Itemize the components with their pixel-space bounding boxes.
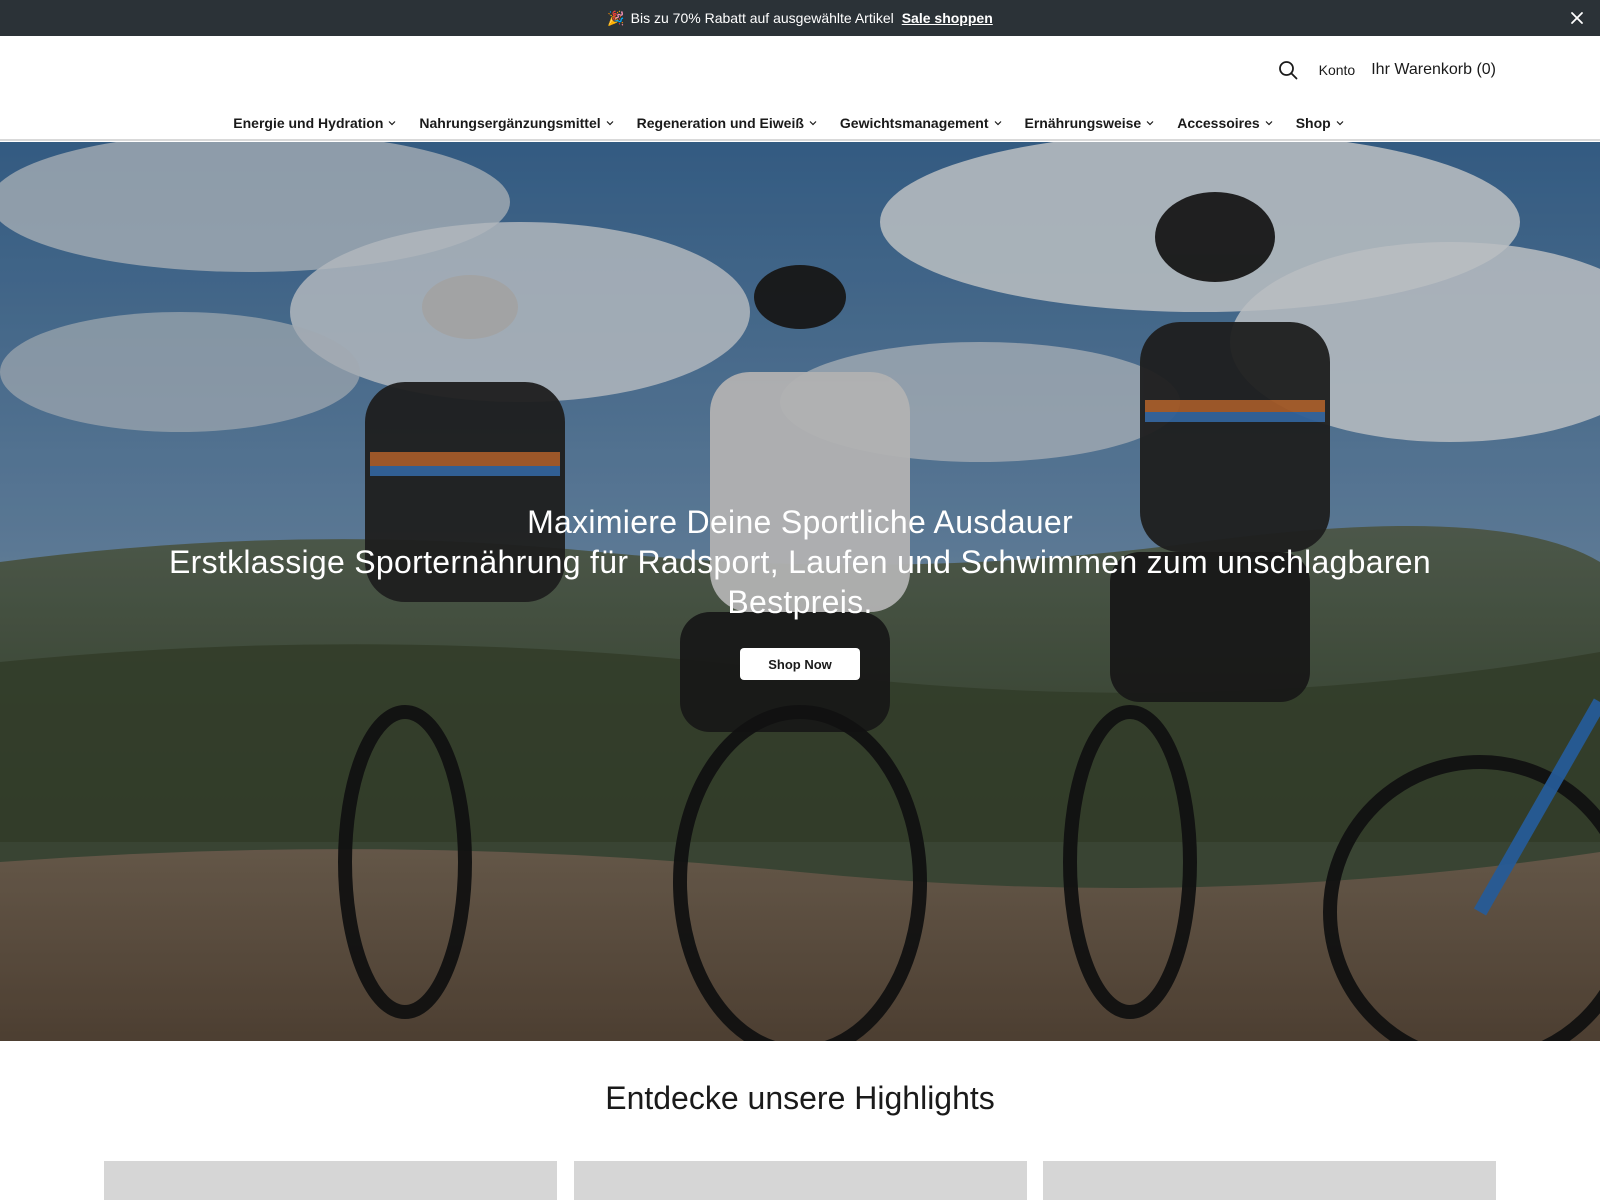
chevron-down-icon bbox=[606, 121, 614, 126]
search-icon[interactable] bbox=[1277, 59, 1299, 81]
nav-item-label: Shop bbox=[1295, 115, 1331, 131]
chevron-down-icon bbox=[388, 121, 396, 126]
site-header: Konto Ihr Warenkorb (0) Energie und Hydr… bbox=[0, 36, 1600, 141]
highlights-heading: Entdecke unsere Highlights bbox=[605, 1080, 995, 1116]
nav-item-accessoires[interactable]: Accessoires bbox=[1177, 115, 1274, 131]
chevron-down-icon bbox=[1336, 121, 1344, 126]
sale-link[interactable]: Sale shoppen bbox=[902, 10, 993, 26]
highlights-cards bbox=[104, 1161, 1496, 1200]
close-icon[interactable] bbox=[1568, 9, 1586, 27]
nav-item-nahrungsergaenzung[interactable]: Nahrungsergänzungsmittel bbox=[419, 115, 614, 131]
header-utilities: Konto Ihr Warenkorb (0) bbox=[1277, 56, 1496, 84]
cart-link[interactable]: Ihr Warenkorb (0) bbox=[1371, 61, 1496, 79]
chevron-down-icon bbox=[809, 121, 817, 126]
nav-item-label: Gewichtsmanagement bbox=[839, 115, 989, 131]
hero-text: Maximiere Deine Sportliche Ausdauer Erst… bbox=[0, 502, 1600, 622]
highlight-card[interactable] bbox=[1043, 1161, 1496, 1200]
chevron-down-icon bbox=[1265, 121, 1273, 126]
highlight-card[interactable] bbox=[104, 1161, 557, 1200]
announcement-bar: 🎉 Bis zu 70% Rabatt auf ausgewählte Arti… bbox=[0, 0, 1600, 36]
hero-banner: Maximiere Deine Sportliche Ausdauer Erst… bbox=[0, 142, 1600, 1041]
main-navigation: Energie und Hydration Nahrungsergänzungs… bbox=[0, 108, 1600, 138]
nav-item-label: Energie und Hydration bbox=[233, 115, 384, 131]
announcement-message: Bis zu 70% Rabatt auf ausgewählte Artike… bbox=[630, 10, 894, 26]
nav-item-regeneration[interactable]: Regeneration und Eiweiß bbox=[637, 115, 818, 131]
nav-item-label: Accessoires bbox=[1177, 115, 1260, 131]
nav-item-shop[interactable]: Shop bbox=[1296, 115, 1345, 131]
chevron-down-icon bbox=[1146, 121, 1154, 126]
shop-now-button[interactable]: Shop Now bbox=[740, 648, 860, 680]
nav-item-label: Regeneration und Eiweiß bbox=[636, 115, 804, 131]
highlight-card[interactable] bbox=[573, 1161, 1027, 1200]
nav-item-label: Ernährungsweise bbox=[1024, 115, 1142, 131]
nav-item-energie[interactable]: Energie und Hydration bbox=[233, 115, 397, 131]
chevron-down-icon bbox=[994, 121, 1001, 126]
account-link[interactable]: Konto bbox=[1319, 62, 1356, 78]
party-emoji: 🎉 bbox=[607, 9, 625, 26]
hero-subtitle: Erstklassige Sporternährung für Radsport… bbox=[169, 544, 1431, 620]
hero-title: Maximiere Deine Sportliche Ausdauer bbox=[527, 504, 1073, 540]
nav-item-ernaehrungsweise[interactable]: Ernährungsweise bbox=[1025, 115, 1156, 131]
nav-item-label: Nahrungsergänzungsmittel bbox=[419, 115, 601, 131]
nav-item-gewichtsmanagement[interactable]: Gewichtsmanagement bbox=[840, 115, 1003, 131]
